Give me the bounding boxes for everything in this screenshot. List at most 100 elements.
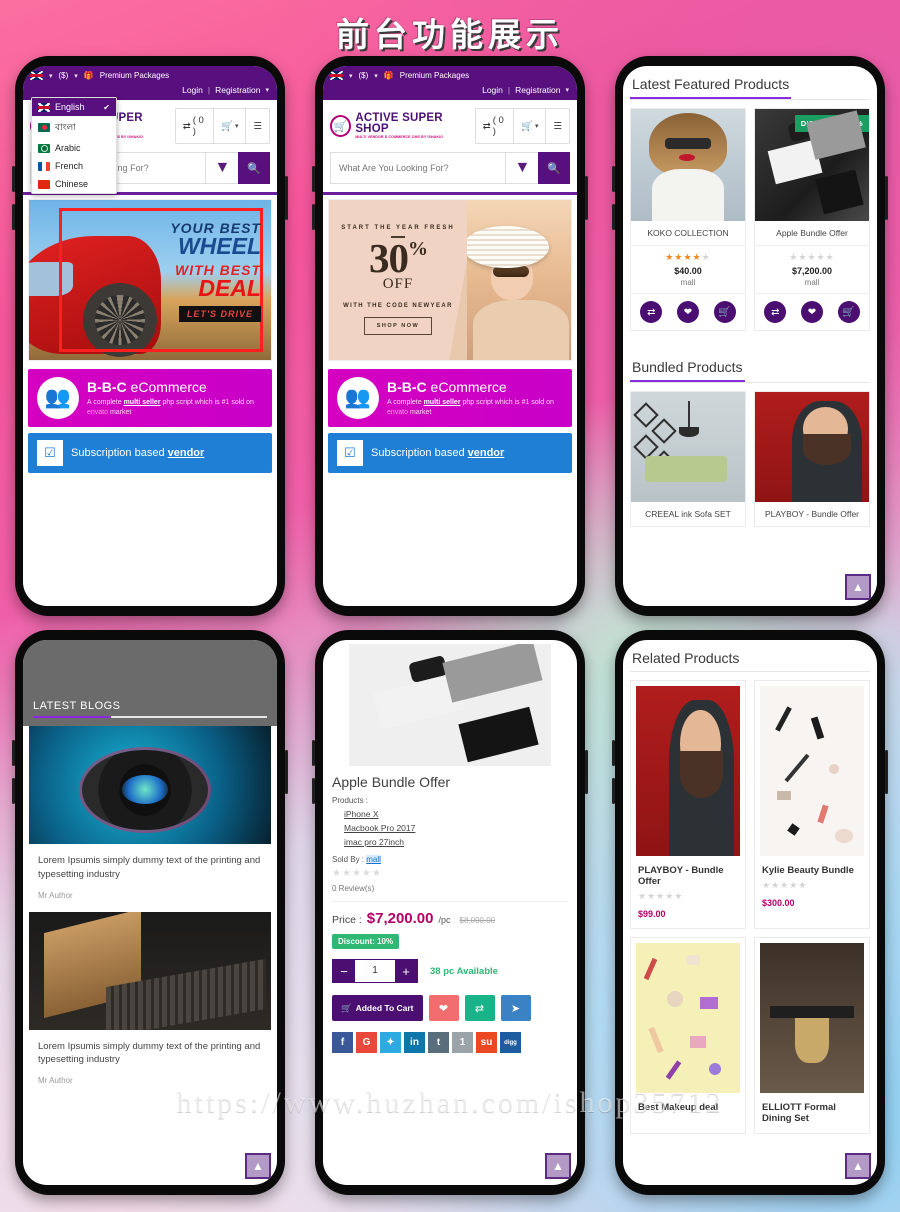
product-card[interactable]: KOKO COLLECTION ★★★★★ $40.00 mall ⇄ ❤ 🛒 — [630, 108, 746, 331]
chevron-down-icon[interactable]: ▾ — [349, 72, 353, 80]
blog-card[interactable]: Lorem Ipsumis simply dummy text of the p… — [29, 726, 271, 912]
product-card[interactable]: DISCOUNT 10 % Apple Bundle Offer ★★★★★ $… — [754, 108, 870, 331]
bundle-item-link[interactable]: Macbook Pro 2017 — [344, 823, 568, 833]
language-dropdown[interactable]: English ✔ বাংলা Arabic French Chinese — [31, 97, 117, 194]
scroll-to-top-button[interactable]: ▲ — [845, 574, 871, 600]
search-button[interactable]: 🔍 — [538, 152, 570, 184]
product-seller[interactable]: mall — [757, 278, 867, 287]
share-button[interactable]: ➤ — [500, 995, 531, 1021]
volume-down-button[interactable] — [12, 204, 15, 230]
product-card[interactable]: Kylie Beauty Bundle ★★★★★ $300.00 — [754, 680, 870, 929]
login-link[interactable]: Login — [182, 85, 203, 95]
login-link[interactable]: Login — [482, 85, 503, 95]
compare-icon[interactable]: ⇄ — [640, 301, 663, 323]
chevron-down-icon[interactable]: ▾ — [374, 72, 378, 80]
onenote-icon[interactable]: 1 — [452, 1032, 473, 1053]
search-button[interactable]: 🔍 — [238, 152, 270, 184]
currency-label[interactable]: ($) — [359, 71, 369, 80]
filter-button[interactable]: ▼ — [205, 152, 239, 184]
language-option-arabic[interactable]: Arabic — [32, 139, 116, 157]
facebook-icon[interactable]: f — [332, 1032, 353, 1053]
product-image[interactable] — [636, 943, 740, 1093]
add-to-cart-button[interactable]: 🛒 Added To Cart — [332, 995, 423, 1021]
wishlist-icon[interactable]: ❤ — [676, 301, 699, 323]
registration-link[interactable]: Registration — [515, 85, 560, 95]
language-option-bangla[interactable]: বাংলা — [32, 116, 116, 139]
banner-cta-button[interactable]: LET'S DRIVE — [178, 305, 261, 322]
scroll-to-top-button[interactable]: ▲ — [545, 1153, 571, 1179]
cart-button[interactable]: 🛒 ▾ — [513, 109, 545, 143]
volume-up-button[interactable] — [12, 740, 15, 766]
volume-up-button[interactable] — [12, 166, 15, 192]
wishlist-icon[interactable]: ❤ — [800, 301, 823, 323]
language-option-english[interactable]: English ✔ — [32, 98, 116, 116]
flag-uk-icon[interactable] — [30, 71, 43, 80]
cart-button[interactable]: 🛒 ▾ — [213, 109, 245, 143]
volume-down-button[interactable] — [312, 204, 315, 230]
quantity-stepper[interactable]: − 1 + — [332, 959, 418, 983]
product-image[interactable] — [760, 943, 864, 1093]
tumblr-icon[interactable]: t — [428, 1032, 449, 1053]
scroll-to-top-button[interactable]: ▲ — [245, 1153, 271, 1179]
filter-button[interactable]: ▼ — [505, 152, 539, 184]
compare-icon[interactable]: ⇄ — [764, 301, 787, 323]
language-option-french[interactable]: French — [32, 157, 116, 175]
twitter-icon[interactable]: ✦ — [380, 1032, 401, 1053]
product-name[interactable]: Best Makeup deal — [631, 1098, 745, 1122]
product-card[interactable]: PLAYBOY - Bundle Offer ★★★★★ $99.00 — [630, 680, 746, 929]
bundle-item-link[interactable]: imac pro 27inch — [344, 837, 568, 847]
quantity-increase-button[interactable]: + — [395, 960, 417, 982]
product-image[interactable] — [631, 392, 745, 502]
digg-icon[interactable]: digg — [500, 1032, 521, 1053]
menu-button[interactable]: ☰ — [245, 109, 269, 143]
chevron-down-icon[interactable]: ▾ — [49, 72, 53, 80]
volume-down-button[interactable] — [312, 778, 315, 804]
blog-image[interactable] — [29, 911, 271, 1030]
compare-button[interactable]: ⇄ ( 0 ) — [476, 109, 513, 143]
volume-up-button[interactable] — [312, 166, 315, 192]
compare-button[interactable]: ⇄ — [464, 995, 495, 1021]
product-image[interactable] — [636, 686, 740, 856]
power-button[interactable] — [585, 750, 588, 794]
hero-banner-car[interactable]: YOUR BEST WHEEL WITH BEST DEAL LET'S DRI… — [28, 199, 272, 361]
power-button[interactable] — [885, 176, 888, 220]
flag-uk-icon[interactable] — [330, 71, 343, 80]
power-button[interactable] — [885, 750, 888, 794]
product-name[interactable]: PLAYBOY - Bundle Offer — [631, 861, 745, 891]
wishlist-button[interactable]: ❤ — [428, 995, 459, 1021]
linkedin-icon[interactable]: in — [404, 1032, 425, 1053]
language-option-chinese[interactable]: Chinese — [32, 175, 116, 193]
menu-button[interactable]: ☰ — [545, 109, 569, 143]
compare-button[interactable]: ⇄ ( 0 ) — [176, 109, 213, 143]
product-image[interactable] — [755, 392, 869, 502]
cart-icon[interactable]: 🛒 — [837, 301, 860, 323]
power-button[interactable] — [285, 176, 288, 220]
product-name[interactable]: CREEAL ink Sofa SET — [631, 502, 745, 526]
product-card[interactable]: CREEAL ink Sofa SET — [630, 391, 746, 527]
chevron-down-icon[interactable]: ▾ — [565, 86, 569, 94]
hero-banner-offer[interactable]: START THE YEAR FRESH 30% OFF WITH THE CO… — [328, 199, 572, 361]
blog-image[interactable] — [29, 726, 271, 844]
promo-bbc-ecommerce[interactable]: 👥 B-B-C eCommerce A complete multi selle… — [328, 369, 572, 427]
bundle-item-link[interactable]: iPhone X — [344, 809, 568, 819]
volume-up-button[interactable] — [312, 740, 315, 766]
promo-subscription[interactable]: ☑ Subscription based vendor — [28, 433, 272, 473]
promo-subscription[interactable]: ☑ Subscription based vendor — [328, 433, 572, 473]
premium-packages-link[interactable]: Premium Packages — [400, 71, 469, 80]
quantity-value[interactable]: 1 — [355, 960, 395, 982]
product-name[interactable]: Apple Bundle Offer — [755, 221, 869, 245]
premium-packages-link[interactable]: Premium Packages — [100, 71, 169, 80]
product-card[interactable]: Best Makeup deal — [630, 937, 746, 1134]
store-logo[interactable]: 🛒 ACTIVE SUPER SHOP MULTI VENDOR E-COMME… — [330, 112, 475, 140]
registration-link[interactable]: Registration — [215, 85, 260, 95]
product-seller[interactable]: mall — [633, 278, 743, 287]
stumbleupon-icon[interactable]: su — [476, 1032, 497, 1053]
search-input[interactable] — [330, 152, 506, 184]
google-icon[interactable]: G — [356, 1032, 377, 1053]
product-name[interactable]: Kylie Beauty Bundle — [755, 861, 869, 880]
product-image[interactable] — [631, 109, 745, 221]
quantity-decrease-button[interactable]: − — [333, 960, 355, 982]
power-button[interactable] — [285, 750, 288, 794]
power-button[interactable] — [585, 176, 588, 220]
cart-icon[interactable]: 🛒 — [713, 301, 736, 323]
